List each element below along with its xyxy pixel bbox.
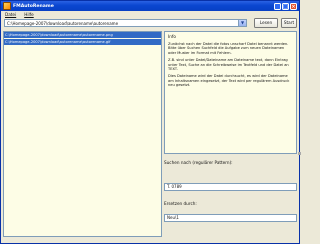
menu-datei[interactable]: Datei [5, 12, 16, 17]
chevron-down-icon[interactable]: ▼ [238, 20, 246, 26]
path-value: C:\Homepage-2007\download\autorename\aut… [7, 20, 119, 26]
title-bar[interactable]: FMAutoRename _ □ × [1, 1, 299, 11]
file-list[interactable]: C:\Homepage-2007\download\autorename\aut… [3, 31, 162, 237]
search-label: Suchen nach (regulärer Pattern): [164, 160, 233, 165]
info-paragraph: Z.B. sind unter Datei/Dateiname am Datei… [168, 58, 289, 72]
menu-bar: Datei Hilfe [1, 11, 299, 18]
start-button[interactable]: Start [281, 18, 297, 28]
search-pattern-input[interactable]: T. 0789 [164, 183, 297, 191]
app-window: FMAutoRename _ □ × Datei Hilfe C:\Homepa… [0, 0, 301, 244]
minimize-icon[interactable]: _ [274, 2, 281, 10]
right-panel: Info Zunächst nach der Datei die fotos u… [164, 31, 301, 237]
info-paragraph: Dies Dateiname wird der Datei durchsucht… [168, 74, 290, 88]
window-title: FMAutoRename [13, 3, 54, 9]
maximize-icon[interactable]: □ [282, 2, 289, 10]
list-item[interactable]: C:\Homepage-2007\download\autorename\aut… [4, 38, 161, 45]
toolbar: C:\Homepage-2007\download\autorename\aut… [4, 18, 297, 28]
list-item[interactable]: C:\Homepage-2007\download\autorename\aut… [4, 32, 161, 38]
replace-label: Ersetzen durch: [164, 201, 197, 206]
close-icon[interactable]: × [290, 2, 297, 10]
app-icon [3, 2, 11, 10]
path-combobox[interactable]: C:\Homepage-2007\download\autorename\aut… [4, 19, 247, 27]
resize-grip[interactable] [298, 152, 301, 155]
info-heading: Info [168, 34, 176, 39]
menu-hilfe[interactable]: Hilfe [24, 12, 34, 17]
info-box: Info Zunächst nach der Datei die fotos u… [164, 31, 297, 154]
read-button[interactable]: Lesen [254, 18, 278, 28]
replace-input[interactable]: Neu\1 [164, 214, 297, 222]
info-paragraph: Zunächst nach der Datei die fotos unscha… [168, 42, 289, 55]
